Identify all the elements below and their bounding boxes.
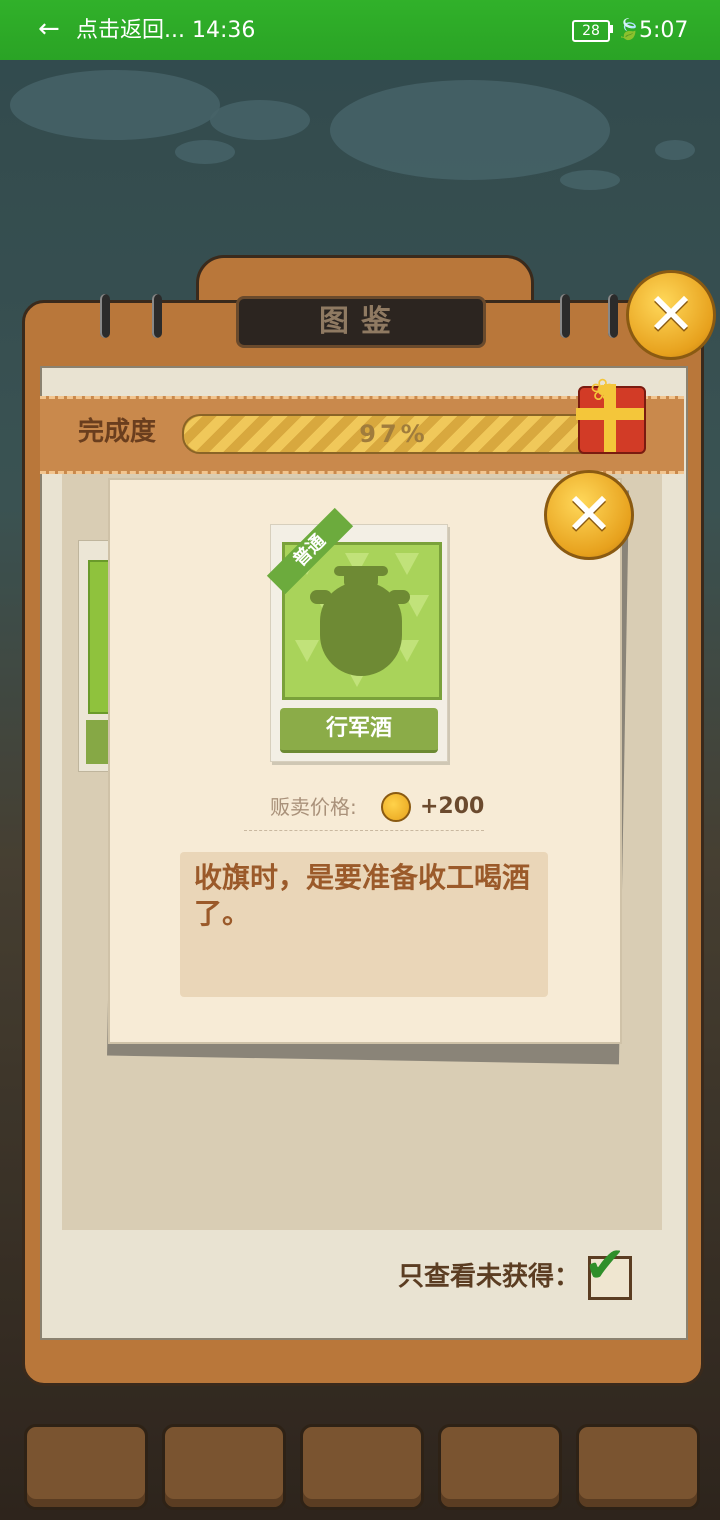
pattern-triangle	[295, 640, 319, 662]
close-popup-button[interactable]: ✕	[544, 470, 634, 560]
price-divider	[244, 830, 484, 831]
price-value: +200	[420, 794, 485, 819]
leaf-icon: 🍃	[616, 17, 641, 41]
pattern-triangle	[395, 553, 419, 575]
back-arrow-icon[interactable]: ←	[38, 14, 60, 44]
check-icon: ✔	[584, 1236, 626, 1294]
battery-indicator: 28	[572, 20, 610, 42]
completion-percent: 97%	[359, 420, 429, 448]
book-title: 图鉴	[236, 296, 486, 348]
bottom-tab-slot[interactable]	[576, 1424, 700, 1510]
bottom-tab-slot[interactable]	[24, 1424, 148, 1510]
coin-icon	[381, 792, 411, 822]
binder-ring	[608, 294, 618, 338]
gift-ribbon	[576, 408, 644, 420]
completion-label: 完成度	[78, 417, 157, 447]
item-description: 收旗时，是要准备收工喝酒了。	[194, 861, 531, 930]
item-name: 行军酒	[280, 708, 438, 753]
back-to-app-link[interactable]: 点击返回... 14:36	[76, 16, 255, 46]
bottom-tab-slot[interactable]	[162, 1424, 286, 1510]
gift-bow: ❀	[590, 373, 616, 408]
wine-jar-body	[320, 582, 402, 676]
close-book-button[interactable]: ✕	[626, 270, 716, 360]
battery-cap	[610, 25, 613, 33]
binder-ring	[560, 294, 570, 338]
price-label: 贩卖价格:	[270, 795, 357, 819]
binder-ring	[100, 294, 110, 338]
completion-progress-bar: 97%	[182, 414, 606, 454]
binder-ring	[152, 294, 162, 338]
filter-unowned-label: 只查看未获得：	[398, 1262, 581, 1292]
bottom-tab-slot[interactable]	[438, 1424, 562, 1510]
status-bar: ← 点击返回... 14:36 28 🍃 5:07	[0, 0, 720, 60]
clock: 5:07	[639, 18, 689, 43]
bottom-tab-slot[interactable]	[300, 1424, 424, 1510]
